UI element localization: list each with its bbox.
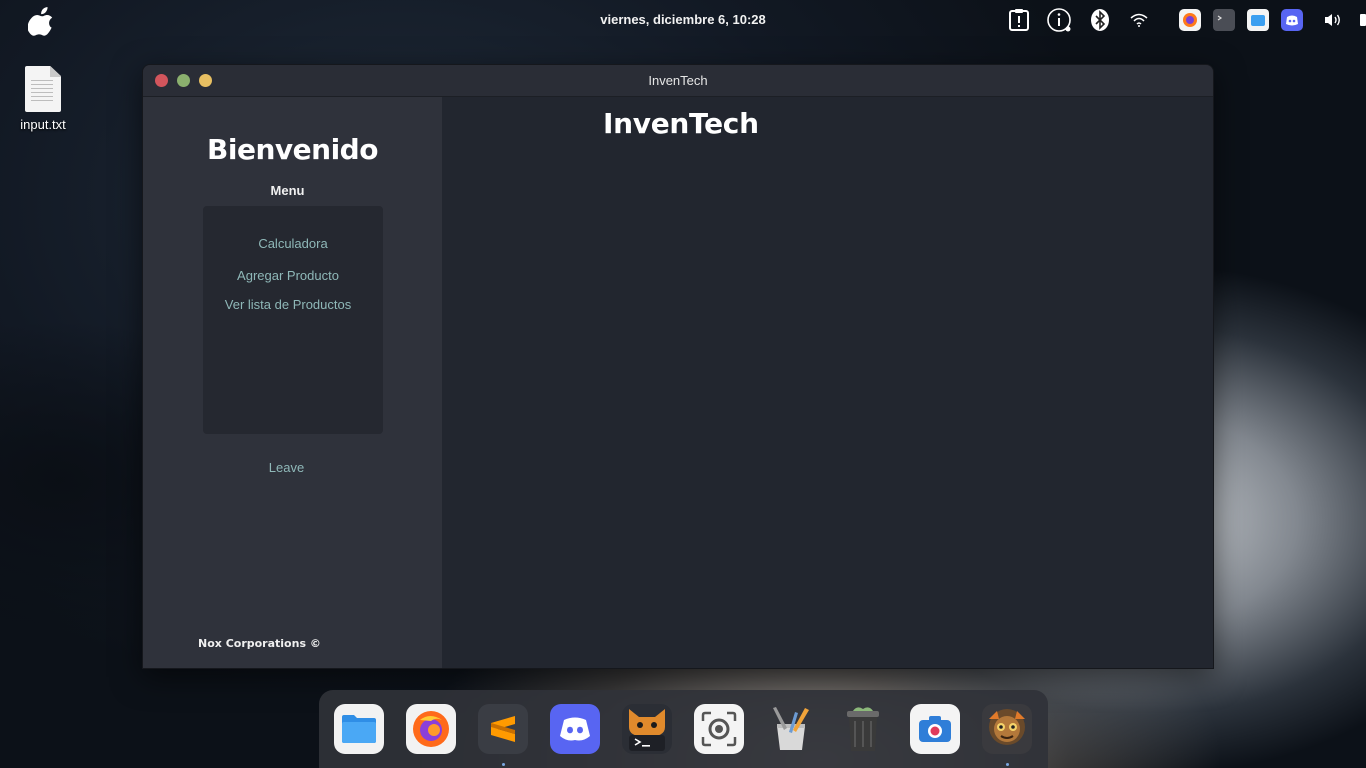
app-title: InvenTech — [603, 107, 759, 140]
files-icon[interactable] — [334, 704, 384, 754]
desktop-file-input-txt[interactable]: input.txt — [10, 66, 76, 132]
leave-button[interactable]: Leave — [143, 460, 430, 475]
app-window: InvenTech Bienvenido Menu Calculadora Ag… — [142, 64, 1214, 669]
running-indicator — [1006, 763, 1009, 766]
files-tray-icon[interactable] — [1247, 8, 1269, 32]
camera-icon[interactable] — [910, 704, 960, 754]
menu-panel: Calculadora Agregar Producto Ver lista d… — [203, 206, 383, 434]
avatar-app-icon[interactable] — [982, 704, 1032, 754]
welcome-heading: Bienvenido — [207, 133, 378, 166]
volume-icon[interactable] — [1322, 8, 1344, 32]
info-icon[interactable] — [1046, 8, 1072, 32]
wifi-icon[interactable] — [1129, 8, 1149, 32]
window-title: InvenTech — [648, 73, 708, 88]
text-editor-icon[interactable] — [766, 704, 816, 754]
firefox-icon[interactable] — [406, 704, 456, 754]
firefox-tray-icon[interactable] — [1179, 8, 1201, 32]
trash-icon[interactable] — [838, 704, 888, 754]
main-content: InvenTech — [442, 97, 1213, 668]
sidebar: Bienvenido Menu Calculadora Agregar Prod… — [143, 97, 442, 668]
discord-icon[interactable] — [550, 704, 600, 754]
apple-menu-icon[interactable] — [28, 6, 56, 36]
menu-item-ver-lista-productos[interactable]: Ver lista de Productos — [203, 297, 373, 312]
discord-tray-icon[interactable] — [1281, 8, 1303, 32]
top-bar: viernes, diciembre 6, 10:28 — [0, 0, 1366, 40]
running-indicator — [502, 763, 505, 766]
power-icon[interactable] — [1354, 8, 1366, 32]
sublime-text-icon[interactable] — [478, 704, 528, 754]
bluetooth-icon[interactable] — [1089, 8, 1111, 32]
clock[interactable]: viernes, diciembre 6, 10:28 — [600, 12, 765, 27]
terminal-icon[interactable] — [622, 704, 672, 754]
menu-item-agregar-producto[interactable]: Agregar Producto — [203, 268, 373, 283]
screenshot-icon[interactable] — [694, 704, 744, 754]
dock — [319, 690, 1048, 768]
desktop-file-label: input.txt — [20, 117, 66, 132]
window-titlebar[interactable]: InvenTech — [143, 65, 1213, 97]
menu-item-calculadora[interactable]: Calculadora — [208, 236, 378, 251]
menu-label: Menu — [270, 183, 305, 198]
terminal-tray-icon[interactable] — [1213, 8, 1235, 32]
footer-copyright: Nox Corporations © — [198, 637, 321, 650]
clipboard-icon[interactable] — [1007, 8, 1031, 32]
text-file-icon — [25, 66, 61, 112]
